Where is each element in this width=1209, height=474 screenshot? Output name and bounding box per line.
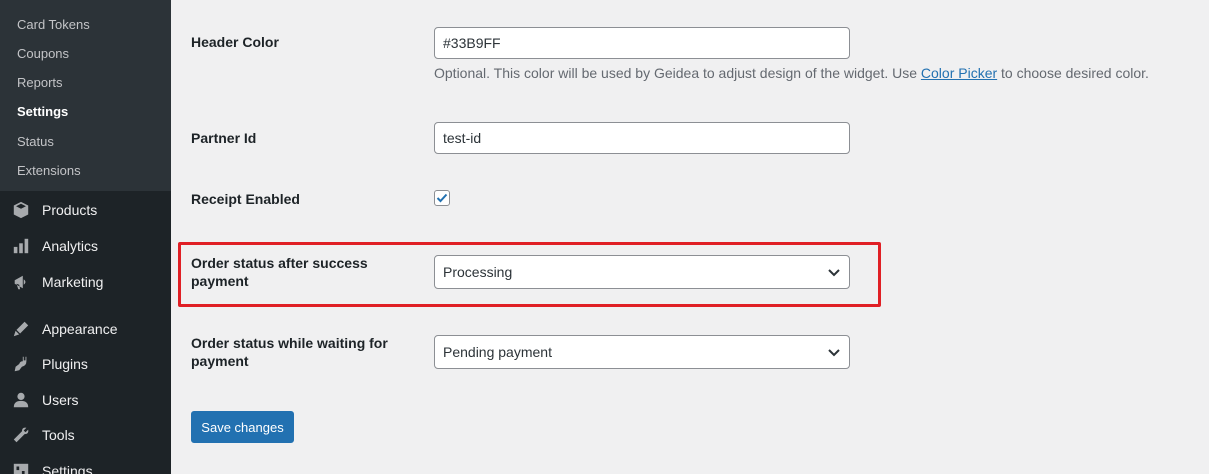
submenu-item-coupons[interactable]: Coupons bbox=[17, 46, 69, 62]
chevron-down-icon bbox=[828, 349, 840, 357]
submenu-item-settings[interactable]: Settings bbox=[17, 104, 68, 120]
receipt-enabled-checkbox[interactable] bbox=[434, 190, 450, 206]
order-waiting-value: Pending payment bbox=[443, 344, 552, 360]
sidebar-item-label: Users bbox=[42, 392, 79, 408]
sidebar-item-label: Plugins bbox=[42, 356, 88, 372]
sidebar-item-plugins[interactable]: Plugins bbox=[0, 347, 171, 381]
sidebar-item-label: Tools bbox=[42, 427, 75, 443]
sidebar-item-settings[interactable]: Settings bbox=[0, 454, 171, 474]
appearance-icon bbox=[11, 319, 31, 339]
color-picker-link[interactable]: Color Picker bbox=[921, 65, 997, 81]
sidebar-item-products[interactable]: Products bbox=[0, 193, 171, 227]
sidebar-item-marketing[interactable]: Marketing bbox=[0, 265, 171, 299]
partner-id-label: Partner Id bbox=[191, 130, 257, 146]
sidebar-item-label: Settings bbox=[42, 463, 93, 474]
order-success-label: Order status after success payment bbox=[191, 255, 368, 289]
sidebar-item-label: Products bbox=[42, 202, 98, 218]
header-color-description: Optional. This color will be used by Gei… bbox=[434, 65, 1149, 81]
analytics-icon bbox=[11, 236, 31, 256]
woocommerce-submenu: Card Tokens Coupons Reports Settings Sta… bbox=[0, 0, 171, 191]
sidebar-item-label: Appearance bbox=[42, 321, 118, 337]
submenu-item-extensions[interactable]: Extensions bbox=[17, 163, 81, 179]
marketing-icon bbox=[11, 272, 31, 292]
description-text: Optional. This color will be used by Gei… bbox=[434, 65, 921, 81]
settings-icon bbox=[11, 461, 31, 474]
admin-sidebar: Card Tokens Coupons Reports Settings Sta… bbox=[0, 0, 171, 474]
header-color-label: Header Color bbox=[191, 34, 279, 50]
products-icon bbox=[11, 200, 31, 220]
partner-id-input[interactable] bbox=[434, 122, 850, 154]
sidebar-item-tools[interactable]: Tools bbox=[0, 418, 171, 452]
checkmark-icon bbox=[436, 193, 448, 203]
save-changes-button[interactable]: Save changes bbox=[191, 411, 294, 443]
sidebar-item-users[interactable]: Users bbox=[0, 383, 171, 417]
plugins-icon bbox=[11, 354, 31, 374]
sidebar-item-label: Marketing bbox=[42, 274, 104, 290]
users-icon bbox=[11, 390, 31, 410]
sidebar-item-appearance[interactable]: Appearance bbox=[0, 312, 171, 346]
header-color-input[interactable] bbox=[434, 27, 850, 59]
submenu-item-status[interactable]: Status bbox=[17, 134, 54, 150]
order-success-select[interactable]: Processing bbox=[434, 255, 850, 289]
submenu-item-card-tokens[interactable]: Card Tokens bbox=[17, 17, 90, 33]
order-success-value: Processing bbox=[443, 264, 513, 280]
sidebar-item-label: Analytics bbox=[42, 238, 99, 254]
order-waiting-label: Order status while waiting for payment bbox=[191, 335, 388, 369]
tools-icon bbox=[11, 425, 31, 445]
submenu-item-reports[interactable]: Reports bbox=[17, 75, 63, 91]
receipt-enabled-label: Receipt Enabled bbox=[191, 191, 300, 207]
order-waiting-select[interactable]: Pending payment bbox=[434, 335, 850, 369]
chevron-down-icon bbox=[828, 269, 840, 277]
sidebar-item-analytics[interactable]: Analytics bbox=[0, 229, 171, 263]
description-text-end: to choose desired color. bbox=[997, 65, 1149, 81]
